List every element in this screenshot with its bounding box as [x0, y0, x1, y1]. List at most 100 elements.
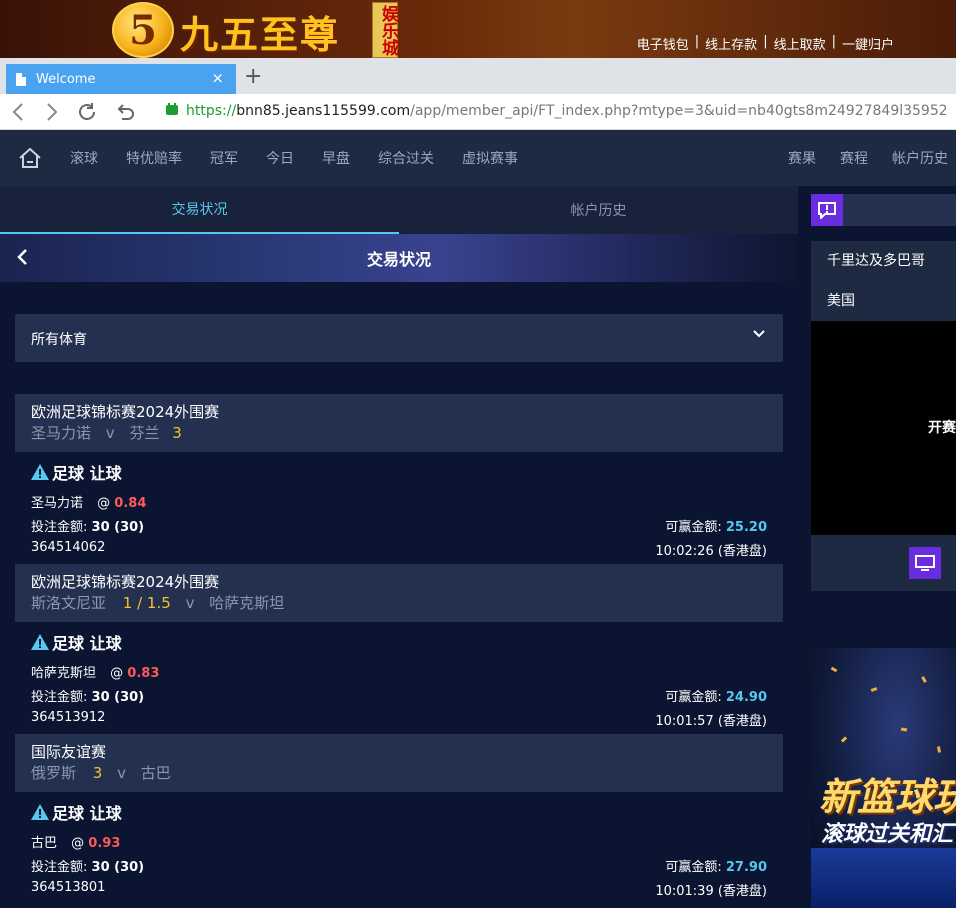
- nav-special-odds[interactable]: 特优赔率: [126, 148, 182, 168]
- bet-list: 欧洲足球锦标赛2024外围赛 圣马力诺 v 芬兰 3 足球 让球 圣马力诺 @ …: [15, 394, 783, 904]
- handicap: 3: [92, 764, 103, 782]
- home-team: 斯洛文尼亚: [31, 594, 107, 612]
- url-path: /app/member_api/FT_index.php?mtype=3&uid…: [410, 103, 946, 119]
- odds-value: 0.83: [127, 666, 160, 681]
- match-teams: 俄罗斯 3 v 古巴: [31, 762, 767, 784]
- link-separator: |: [831, 34, 836, 49]
- undo-icon[interactable]: [114, 101, 136, 123]
- stake-label: 投注金额:: [31, 690, 88, 705]
- page-icon: [16, 72, 26, 86]
- nav-today[interactable]: 今日: [266, 148, 294, 168]
- video-status: 开赛: [928, 420, 956, 436]
- odds-value: 0.93: [88, 836, 121, 851]
- brand-logo-text: 九五至尊: [180, 12, 341, 57]
- address-bar: https://bnn85.jeans115599.com/app/member…: [0, 94, 956, 130]
- win-value: 27.90: [725, 860, 767, 875]
- league-name: 国际友谊赛: [31, 743, 107, 761]
- bet-pick: 圣马力诺 @ 0.84: [31, 492, 146, 511]
- promo-floor: [811, 848, 956, 908]
- live-match-teams: 千里达及多巴哥 美国: [811, 241, 956, 321]
- confetti: [870, 687, 878, 692]
- handicap: 3: [172, 424, 182, 442]
- bet-pick: 古巴 @ 0.93: [31, 832, 120, 851]
- sport-filter-dropdown[interactable]: 所有体育: [15, 314, 783, 362]
- forward-icon[interactable]: [42, 102, 60, 122]
- confetti: [830, 666, 838, 673]
- promo-title: 新篮球玩: [819, 775, 956, 819]
- url-host: bnn85.jeans115599.com: [236, 103, 411, 119]
- stake-amount: 投注金额: 30 (30): [31, 686, 144, 705]
- new-tab-button[interactable]: +: [244, 62, 262, 92]
- pick-team: 古巴: [31, 836, 58, 851]
- bet-detail: 足球 让球 哈萨克斯坦 @ 0.83 投注金额: 30 (30) 可赢金额: 2…: [15, 622, 783, 734]
- live-team-home: 千里达及多巴哥: [827, 253, 925, 269]
- bet-header: 欧洲足球锦标赛2024外围赛 圣马力诺 v 芬兰 3: [15, 394, 783, 452]
- live-chat-bar: [811, 194, 956, 226]
- browser-tab-bar: Welcome ×: [0, 58, 956, 94]
- bet-type-label: 足球 让球: [52, 804, 122, 823]
- page-header: 交易状况: [0, 234, 798, 282]
- nav-early[interactable]: 早盘: [322, 148, 350, 168]
- browser-tab[interactable]: Welcome ×: [6, 64, 236, 94]
- bet-type: 足球 让球: [31, 460, 122, 484]
- bet-detail: 足球 让球 圣马力诺 @ 0.84 投注金额: 30 (30) 可赢金额: 25…: [15, 452, 783, 564]
- odds-value: 0.84: [114, 496, 147, 511]
- nav-parlay[interactable]: 综合过关: [378, 148, 434, 168]
- tab-account-history[interactable]: 帐户历史: [399, 186, 798, 234]
- e-wallet-link[interactable]: 电子钱包: [637, 34, 689, 53]
- tab-title: Welcome: [36, 71, 96, 87]
- stake-label: 投注金额:: [31, 520, 88, 535]
- at-sign: @: [71, 836, 85, 851]
- bet-type-label: 足球 让球: [52, 464, 122, 483]
- close-tab-icon[interactable]: ×: [211, 69, 224, 87]
- confetti: [937, 746, 941, 753]
- stake-value: 30 (30): [91, 520, 145, 535]
- page-title: 交易状况: [366, 250, 431, 269]
- away-team: 芬兰: [129, 424, 160, 442]
- live-team-away: 美国: [827, 293, 855, 309]
- reload-icon[interactable]: [76, 101, 98, 123]
- brand-logo-icon: 5: [112, 2, 174, 58]
- bet-detail: 足球 让球 古巴 @ 0.93 投注金额: 30 (30) 可赢金额: 27.9…: [15, 792, 783, 904]
- league-name: 欧洲足球锦标赛2024外围赛: [31, 573, 220, 591]
- away-team: 古巴: [140, 764, 171, 782]
- bet-time: 10:02:26 (香港盘): [655, 544, 767, 559]
- chevron-down-icon: [753, 330, 765, 338]
- deposit-link[interactable]: 线上存款: [705, 34, 757, 53]
- nav-outright[interactable]: 冠军: [210, 148, 238, 168]
- sport-filter-value: 所有体育: [31, 332, 87, 348]
- bet-id: 364514062: [31, 540, 106, 555]
- promo-subtitle: 滚球过关和汇: [821, 822, 954, 847]
- home-icon[interactable]: [18, 147, 42, 169]
- live-video[interactable]: 开赛: [811, 321, 956, 535]
- nav-results[interactable]: 赛果: [788, 148, 816, 168]
- back-arrow-icon[interactable]: [16, 246, 30, 268]
- withdraw-link[interactable]: 线上取款: [774, 34, 826, 53]
- lock-icon: [166, 103, 178, 115]
- home-team: 俄罗斯: [31, 764, 77, 782]
- home-team: 圣马力诺: [31, 424, 92, 442]
- confetti: [921, 676, 927, 683]
- nav-account-history[interactable]: 帐户历史: [892, 148, 948, 168]
- brand-logo-badge: 娱乐城: [372, 2, 398, 58]
- account-links: 电子钱包 | 线上存款 | 线上取款 | 一鍵归户: [637, 34, 894, 53]
- bet-time: 10:01:57 (香港盘): [655, 714, 767, 729]
- vs-label: v: [185, 594, 195, 612]
- nav-virtual[interactable]: 虚拟赛事: [462, 148, 518, 168]
- bet-time: 10:01:39 (香港盘): [655, 884, 767, 899]
- chat-icon[interactable]: [811, 194, 843, 226]
- nav-inplay[interactable]: 滚球: [70, 148, 98, 168]
- win-label: 可赢金额:: [665, 690, 722, 705]
- warning-icon: [31, 804, 49, 820]
- nav-schedule[interactable]: 赛程: [840, 148, 868, 168]
- back-icon[interactable]: [10, 102, 28, 122]
- url-field[interactable]: https://bnn85.jeans115599.com/app/member…: [166, 103, 946, 119]
- league-name: 欧洲足球锦标赛2024外围赛: [31, 403, 220, 421]
- vs-label: v: [117, 764, 127, 782]
- merge-account-link[interactable]: 一鍵归户: [842, 34, 894, 53]
- tv-icon[interactable]: [909, 547, 941, 579]
- promo-banner[interactable]: 新篮球玩 滚球过关和汇: [811, 648, 956, 908]
- tab-bet-status[interactable]: 交易状况: [0, 186, 399, 234]
- bet-type: 足球 让球: [31, 630, 122, 654]
- away-team: 哈萨克斯坦: [209, 594, 285, 612]
